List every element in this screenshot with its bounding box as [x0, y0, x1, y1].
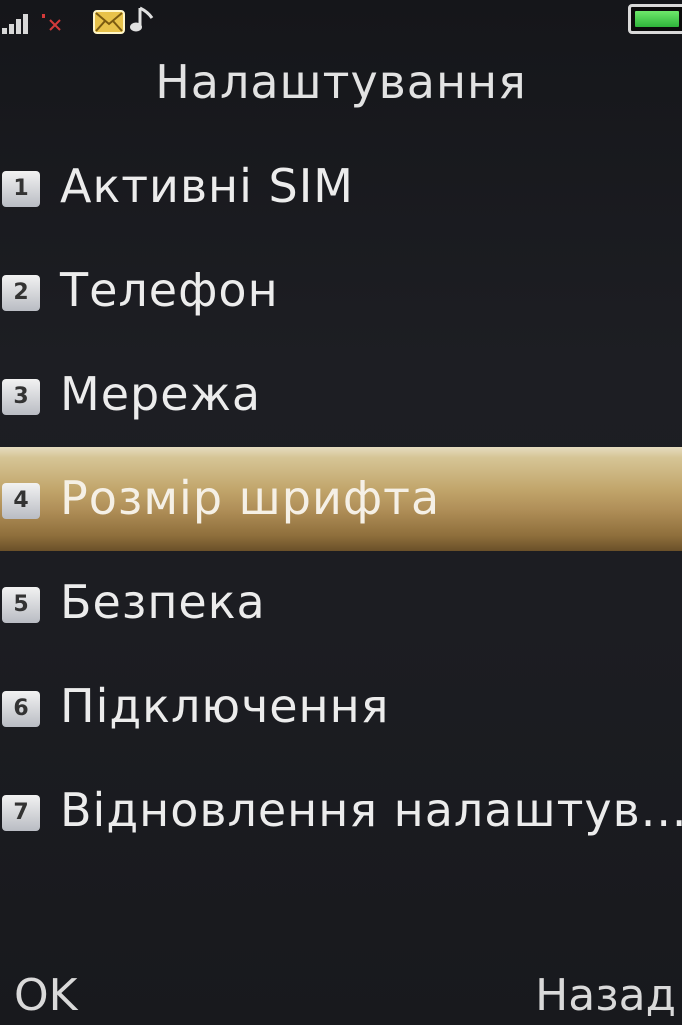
menu-item-number-badge: 1	[2, 171, 40, 207]
page-title: Налаштування	[155, 55, 527, 109]
music-icon	[130, 6, 154, 32]
menu-item[interactable]: 5 Безпека	[0, 551, 682, 655]
status-bar	[0, 0, 682, 44]
back-softkey[interactable]: Назад	[535, 968, 676, 1024]
menu-item-label: Безпека	[60, 575, 266, 629]
battery-icon	[628, 4, 682, 34]
phone-screen: Налаштування 1 Активні SIM 2 Телефон 3 Мережа…	[0, 0, 682, 1025]
menu-item-number-badge: 6	[2, 691, 40, 727]
menu-item-number-badge: 7	[2, 795, 40, 831]
menu-item-label: Розмір шрифта	[60, 471, 441, 525]
no-signal-icon	[42, 14, 61, 31]
menu-item[interactable]: 2 Телефон	[0, 239, 682, 343]
menu-item-number-badge: 3	[2, 379, 40, 415]
menu-item[interactable]: 1 Активні SIM	[0, 135, 682, 239]
menu-item-number-badge: 5	[2, 587, 40, 623]
ok-softkey[interactable]: OK	[14, 968, 78, 1024]
menu-item[interactable]: 7 Відновлення налаштув...	[0, 759, 682, 863]
mail-icon	[93, 10, 125, 34]
menu-item-label: Телефон	[60, 263, 279, 317]
menu-item-label: Підключення	[60, 679, 390, 733]
menu-item-label: Мережа	[60, 367, 262, 421]
menu-item-number-badge: 4	[2, 483, 40, 519]
menu-item-label: Відновлення налаштув...	[60, 783, 682, 837]
menu-item[interactable]: 3 Мережа	[0, 343, 682, 447]
softkey-bar: OK Назад	[0, 962, 682, 1025]
menu-item-number-badge: 2	[2, 275, 40, 311]
menu-item-label: Активні SIM	[60, 159, 354, 213]
battery-level-fill	[635, 11, 679, 27]
menu-item[interactable]: 6 Підключення	[0, 655, 682, 759]
menu-item[interactable]: 4 Розмір шрифта	[0, 447, 682, 551]
signal-icon	[2, 12, 36, 34]
